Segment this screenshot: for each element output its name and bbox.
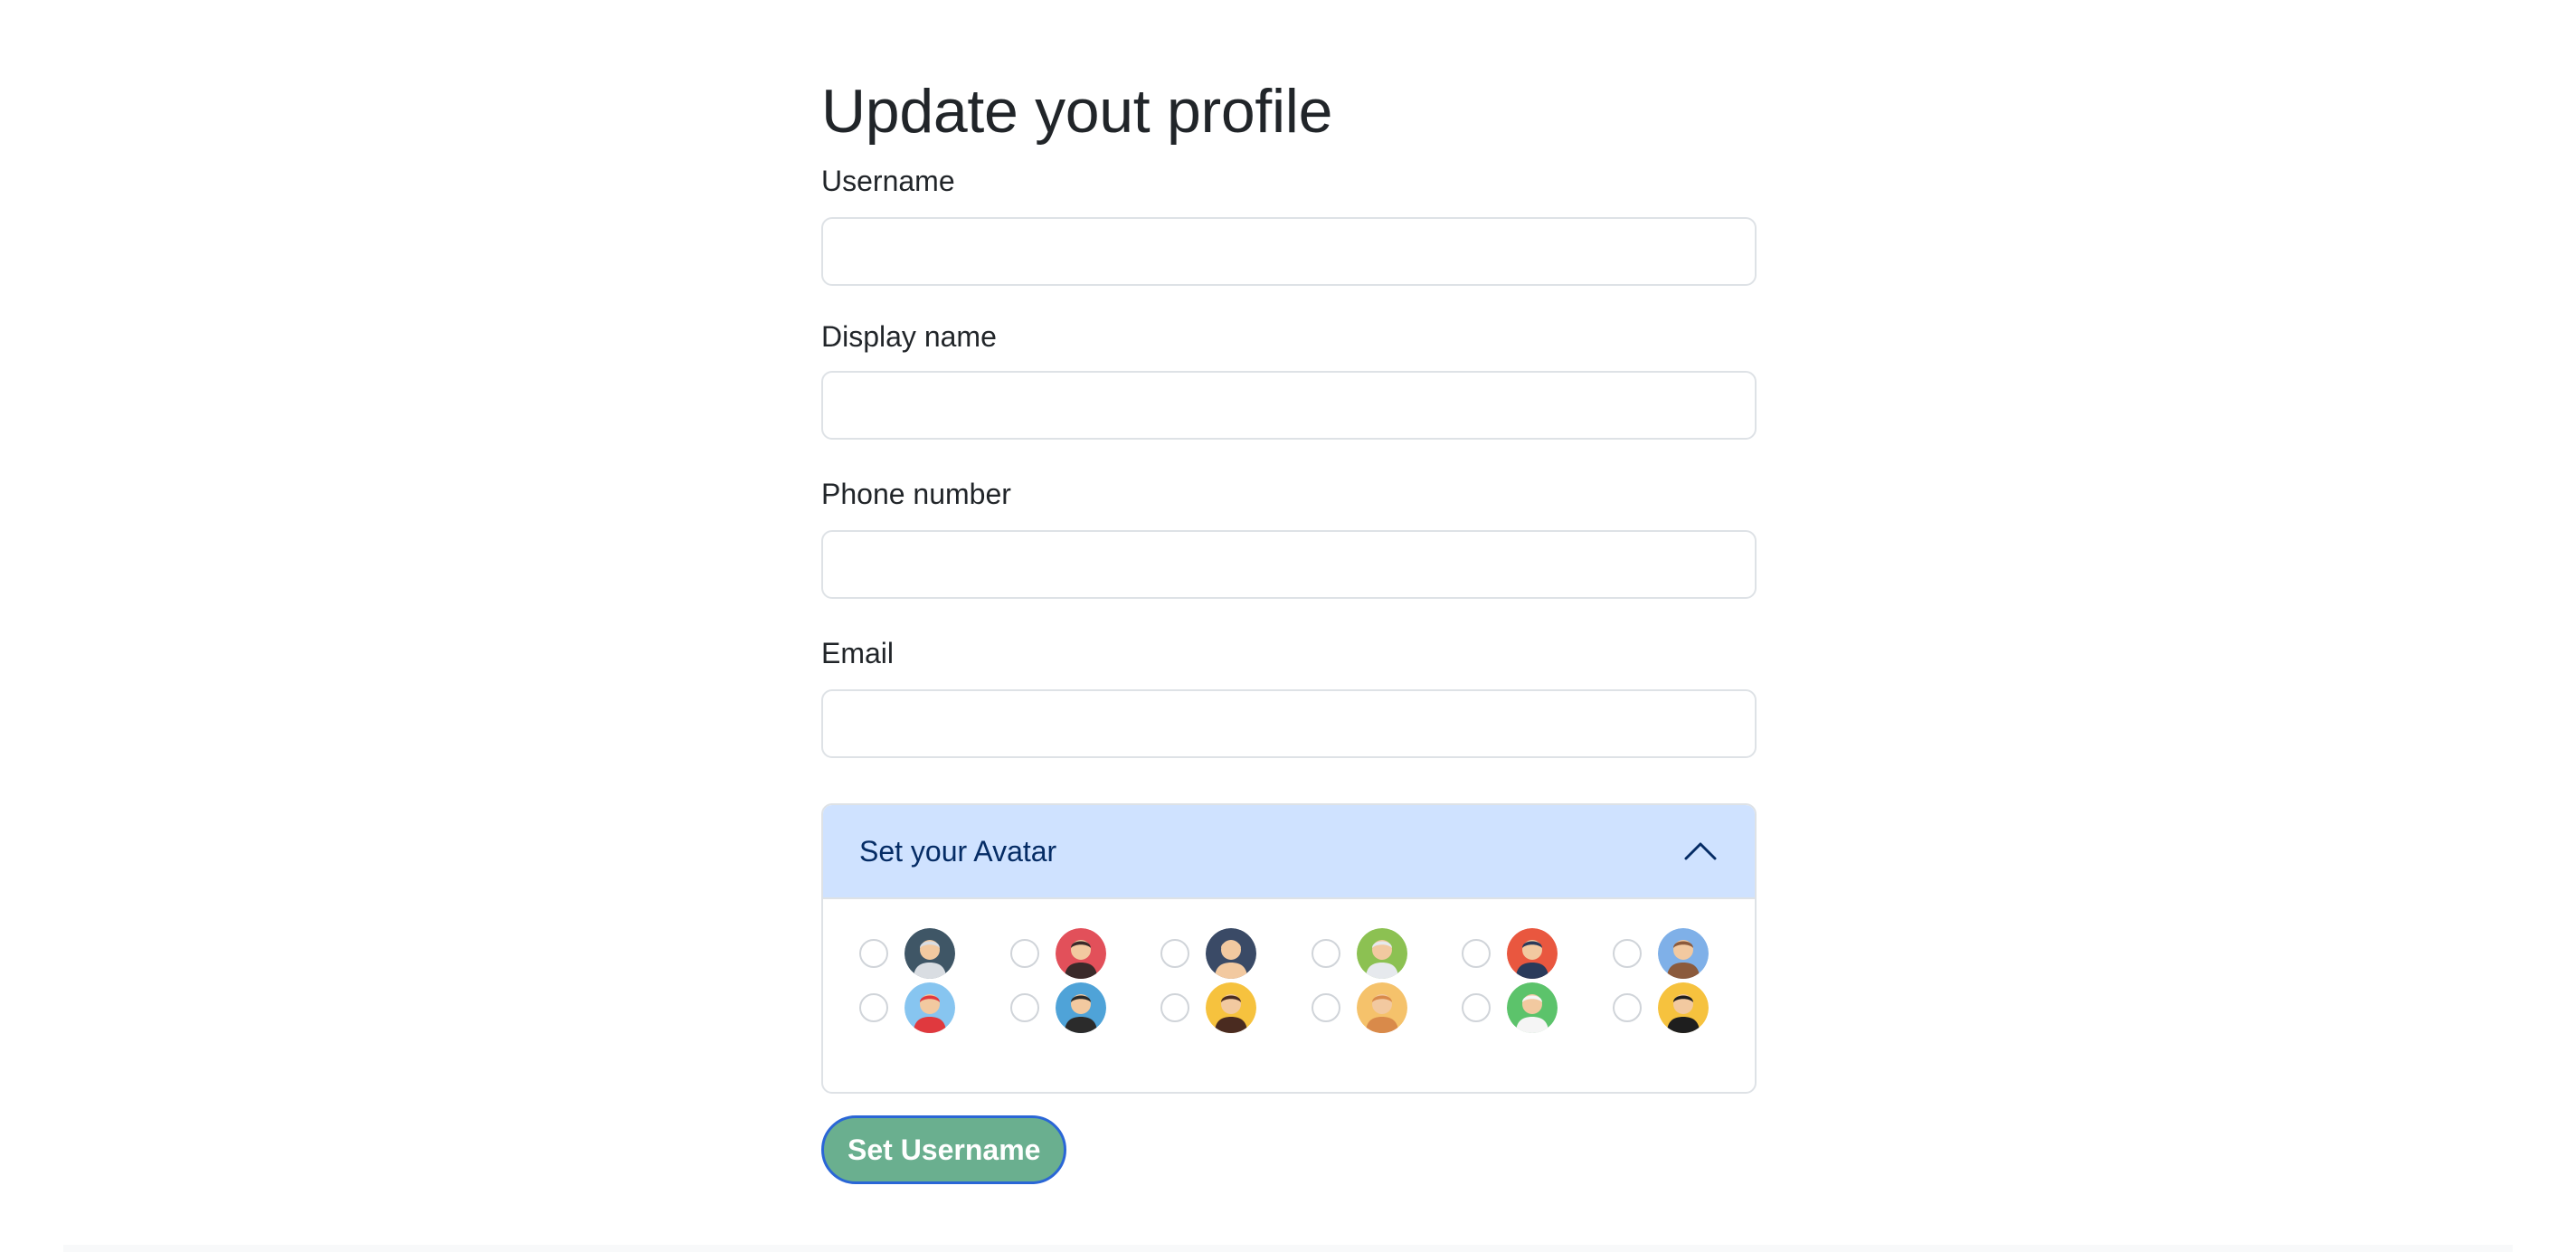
avatar-option[interactable] bbox=[1462, 981, 1613, 1035]
chevron-up-icon bbox=[1684, 842, 1717, 860]
avatar-option[interactable] bbox=[1009, 926, 1161, 981]
avatar-radio[interactable] bbox=[1160, 993, 1190, 1022]
phone-label: Phone number bbox=[821, 478, 1011, 510]
display-name-input[interactable] bbox=[821, 371, 1757, 440]
dark-hair-man-avatar-icon bbox=[1507, 928, 1558, 979]
avatar-radio[interactable] bbox=[1009, 939, 1039, 968]
avatar-option[interactable] bbox=[1160, 926, 1312, 981]
avatar-option[interactable] bbox=[1612, 926, 1755, 981]
avatar-radio[interactable] bbox=[1311, 993, 1340, 1022]
avatar-grid bbox=[859, 926, 1719, 1035]
avatar-radio[interactable] bbox=[1311, 939, 1340, 968]
avatar-accordion: Set your Avatar bbox=[821, 803, 1757, 1094]
phone-field-group: Phone number bbox=[821, 476, 1757, 599]
dark-haired-girl-avatar-icon bbox=[1657, 982, 1709, 1033]
username-input[interactable] bbox=[821, 217, 1757, 286]
footer-divider bbox=[63, 1245, 2513, 1252]
avatar-option[interactable] bbox=[1311, 981, 1463, 1035]
avatar-option[interactable] bbox=[859, 981, 1010, 1035]
avatar-radio[interactable] bbox=[1462, 939, 1492, 968]
avatar-radio[interactable] bbox=[1612, 939, 1642, 968]
avatar-option[interactable] bbox=[1612, 981, 1755, 1035]
page: Update yout profile Username Display nam… bbox=[0, 0, 2576, 1252]
email-label: Email bbox=[821, 637, 895, 669]
headphones-avatar-icon bbox=[1055, 982, 1106, 1033]
email-input[interactable] bbox=[821, 689, 1757, 758]
display-name-field-group: Display name bbox=[821, 318, 1757, 440]
avatar-option[interactable] bbox=[1160, 981, 1312, 1035]
vr-girl-avatar-icon bbox=[1356, 928, 1407, 979]
glasses-girl-avatar-icon bbox=[1206, 982, 1257, 1033]
blonde-girl-avatar-icon bbox=[1356, 982, 1407, 1033]
avatar-option[interactable] bbox=[1462, 926, 1613, 981]
profile-form: Update yout profile Username Display nam… bbox=[821, 71, 1757, 1184]
avatar-radio[interactable] bbox=[1160, 939, 1190, 968]
avatar-radio[interactable] bbox=[859, 939, 888, 968]
avatar-radio[interactable] bbox=[859, 993, 888, 1022]
avatar-option[interactable] bbox=[1311, 926, 1463, 981]
avatar-accordion-title: Set your Avatar bbox=[859, 834, 1057, 868]
avatar-accordion-body bbox=[823, 899, 1755, 1035]
phone-input[interactable] bbox=[821, 530, 1757, 599]
username-label: Username bbox=[821, 165, 955, 197]
email-field-group: Email bbox=[821, 635, 1757, 758]
medic-avatar-icon bbox=[1206, 928, 1257, 979]
avatar-radio[interactable] bbox=[1462, 993, 1492, 1022]
username-field-group: Username bbox=[821, 163, 1757, 286]
avatar-radio[interactable] bbox=[1009, 993, 1039, 1022]
red-hoodie-avatar-icon bbox=[904, 982, 955, 1033]
astronaut-avatar-icon bbox=[904, 928, 955, 979]
avatar-option[interactable] bbox=[1009, 981, 1161, 1035]
page-title: Update yout profile bbox=[821, 77, 1333, 146]
bear-avatar-icon bbox=[1657, 928, 1709, 979]
set-username-button[interactable]: Set Username bbox=[821, 1115, 1067, 1184]
avatar-option[interactable] bbox=[859, 926, 1010, 981]
llama-avatar-icon bbox=[1507, 982, 1558, 1033]
display-name-label: Display name bbox=[821, 320, 997, 353]
bearded-man-avatar-icon bbox=[1055, 928, 1106, 979]
avatar-radio[interactable] bbox=[1612, 993, 1642, 1022]
avatar-accordion-header[interactable]: Set your Avatar bbox=[823, 805, 1755, 899]
